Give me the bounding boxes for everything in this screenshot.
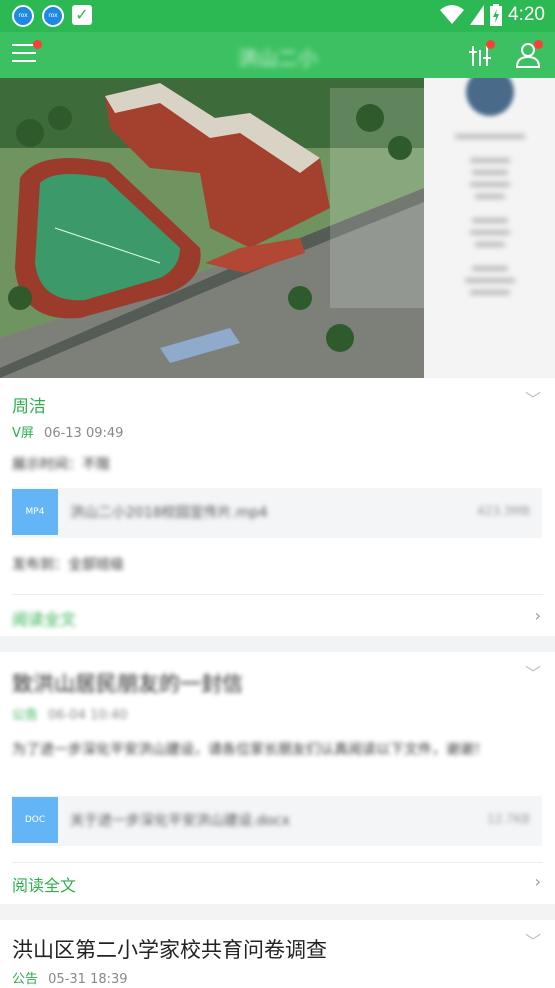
post-date: 06-13 09:49 (44, 426, 124, 441)
app-bar: 洪山二小 (0, 32, 555, 78)
chevron-down-icon[interactable]: ﹀ (525, 386, 541, 410)
chevron-down-icon[interactable]: ﹀ (525, 660, 541, 684)
notification-dot (486, 40, 495, 49)
chevron-right-icon[interactable]: › (535, 606, 541, 625)
post-meta: 公告 06-04 10:40 (12, 704, 128, 723)
post-meta: 公告 05-31 18:39 (12, 968, 128, 987)
post-tag: 公告 (12, 708, 39, 723)
status-bar: rox rox ✓ 4:20 (0, 0, 555, 32)
document-file-icon: DOC (12, 797, 58, 843)
attachment-name: 洪山二小2018校园宣传片.mp4 (70, 505, 268, 521)
post-tag: V屏 (12, 426, 34, 441)
post-date: 06-04 10:40 (48, 708, 128, 723)
chevron-down-icon[interactable]: ﹀ (525, 928, 541, 952)
post-title: 致洪山居民朋友的一封信 (12, 672, 243, 696)
school-banner[interactable] (0, 78, 555, 378)
chevron-right-icon[interactable]: › (535, 872, 541, 891)
post-title: 洪山区第二小学家校共育问卷调查 (12, 938, 327, 962)
attachment-name: 关于进一步深化平安洪山建设.docx (70, 813, 290, 829)
attachment[interactable]: MP4 洪山二小2018校园宣传片.mp4 423.3MB (12, 488, 542, 538)
filter-icon[interactable] (463, 38, 497, 72)
post-author: 周洁 (12, 397, 46, 417)
side-menu-preview (424, 78, 555, 378)
post-card[interactable]: 洪山区第二小学家校共育问卷调查 ﹀ 公告 05-31 18:39 (0, 920, 555, 988)
post-card[interactable]: 周洁 ﹀ V屏 06-13 09:49 展示时间：不限 MP4 洪山二小2018… (0, 378, 555, 636)
read-more-link[interactable]: 阅读全文 (12, 606, 76, 630)
battery-charging-icon (490, 4, 503, 26)
wifi-icon (440, 5, 465, 24)
shield-check-icon: ✓ (72, 5, 92, 25)
notification-app-icon: rox (42, 5, 64, 27)
attachment-size: 423.3MB (477, 504, 530, 518)
post-publish-target: 发布到：全部班级 (12, 557, 124, 573)
school-aerial-image (0, 78, 424, 378)
divider (12, 594, 543, 595)
notification-dot (534, 40, 543, 49)
notification-app-icon: rox (12, 5, 34, 27)
user-icon[interactable] (511, 38, 545, 72)
video-file-icon: MP4 (12, 489, 58, 535)
post-meta: V屏 06-13 09:49 (12, 422, 123, 441)
post-display-time: 展示时间：不限 (12, 457, 110, 473)
side-menu-blurred-content (424, 78, 555, 295)
attachment[interactable]: DOC 关于进一步深化平安洪山建设.docx 12.7KB (12, 796, 542, 846)
post-card[interactable]: 致洪山居民朋友的一封信 ﹀ 公告 06-04 10:40 为了进一步深化平安洪山… (0, 652, 555, 904)
post-tag: 公告 (12, 972, 39, 987)
read-more-link[interactable]: 阅读全文 (12, 872, 76, 896)
post-date: 05-31 18:39 (48, 972, 128, 987)
divider (12, 862, 543, 863)
post-body: 为了进一步深化平安洪山建设，请各位家长朋友们认真阅读以下文件，谢谢！ (12, 742, 488, 758)
status-time: 4:20 (508, 4, 545, 25)
signal-icon (470, 5, 485, 25)
attachment-size: 12.7KB (487, 812, 530, 826)
